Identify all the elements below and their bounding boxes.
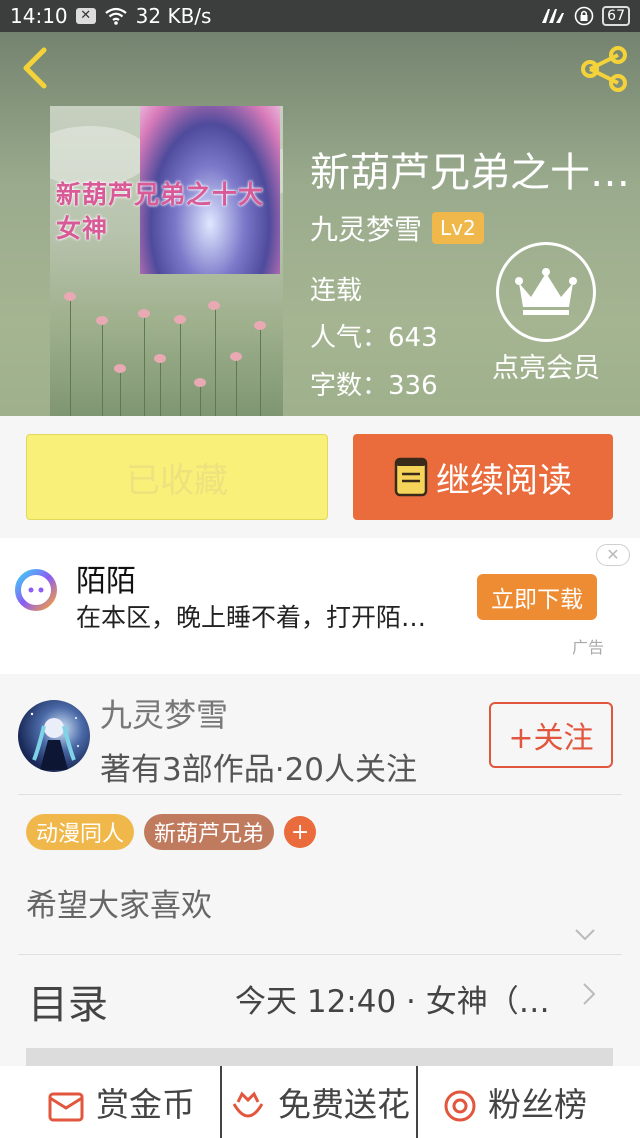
collect-button[interactable]: 已收藏 (26, 434, 328, 520)
ad-download-button[interactable]: 立即下载 (477, 574, 597, 620)
signal-icon (542, 9, 565, 23)
author-name[interactable]: 九灵梦雪 (100, 690, 228, 736)
author-works: 著有3部作品·20人关注 (100, 752, 418, 788)
cover-flower (230, 352, 242, 361)
momo-logo-icon (15, 569, 57, 611)
book-icon (394, 457, 428, 497)
book-header: 新葫芦兄弟之十大女神 新葫芦兄弟之十… 九灵梦雪 Lv2 连载 人气：643 字… (0, 32, 640, 416)
status-time: 14:10 (10, 4, 68, 28)
book-author[interactable]: 九灵梦雪 (310, 208, 422, 248)
chevron-right-icon (583, 983, 596, 1005)
divider (220, 1066, 222, 1138)
book-description: 希望大家喜欢 (26, 888, 212, 924)
ad-title: 陌陌 (76, 564, 136, 599)
vip-button[interactable]: 点亮会员 (488, 242, 604, 385)
status-bar: 14:10 ✕ 32 KB/s 67 (0, 0, 640, 32)
back-icon[interactable] (14, 42, 58, 92)
notification-icon: ✕ (75, 8, 96, 24)
cover-flower (114, 364, 126, 373)
book-status: 连载 (310, 276, 363, 306)
avatar[interactable] (18, 700, 90, 772)
book-title: 新葫芦兄弟之十… (310, 150, 630, 196)
table-of-contents-row[interactable]: 目录 今天 12:40 · 女神（… (0, 958, 640, 1034)
tag-item[interactable]: 动漫同人 (26, 814, 135, 850)
cover-stem (70, 296, 71, 416)
toc-label: 目录 (28, 982, 108, 1028)
flower-icon (232, 1091, 264, 1118)
cover-flower (194, 378, 206, 387)
red-envelope-icon (48, 1092, 84, 1122)
ad-description: 在本区，晚上睡不着，打开陌… (76, 603, 427, 632)
bottom-action-bar: 赏金币 免费送花 粉丝榜 (0, 1066, 640, 1138)
lock-rotation-icon (574, 6, 594, 26)
cover-stem (120, 368, 121, 416)
cover-stem (102, 321, 103, 416)
divider (18, 794, 622, 795)
cover-stem (215, 306, 216, 416)
ad-close-icon[interactable]: ✕ (596, 544, 630, 566)
add-tag-button[interactable]: + (284, 816, 317, 848)
network-speed: 32 KB/s (135, 4, 212, 28)
reward-coins-button[interactable]: 赏金币 (44, 1066, 195, 1138)
author-section: 九灵梦雪 著有3部作品·20人关注 +关注 动漫同人 新葫芦兄弟 + 希望大家喜… (0, 674, 640, 1138)
flowers-label: 免费送花 (278, 1085, 410, 1124)
cover-stem (236, 356, 237, 416)
cover-stem (144, 314, 145, 416)
cover-stem (260, 326, 261, 416)
cover-flower (154, 354, 166, 363)
cover-flower (254, 321, 266, 330)
wifi-icon (104, 7, 127, 25)
crown-icon (515, 268, 577, 315)
level-badge: Lv2 (432, 212, 484, 244)
cover-flower (96, 316, 108, 325)
crown-icon-circle (496, 242, 596, 342)
ad-tag: 广告 (572, 638, 605, 657)
fans-label: 粉丝榜 (488, 1085, 587, 1124)
cover-stem (160, 358, 161, 416)
fans-ranking-button[interactable]: 粉丝榜 (440, 1066, 587, 1138)
latest-chapter: 今天 12:40 · 女神（… (235, 984, 550, 1020)
tag-list: 动漫同人 新葫芦兄弟 + (26, 814, 317, 850)
chevron-down-icon[interactable] (574, 928, 596, 942)
reward-label: 赏金币 (96, 1085, 195, 1124)
continue-reading-button[interactable]: 继续阅读 (353, 434, 613, 520)
continue-reading-label: 继续阅读 (436, 460, 572, 501)
divider (416, 1066, 418, 1138)
book-word-count: 字数：336 (310, 371, 438, 401)
cover-stem (180, 320, 181, 416)
share-icon[interactable] (578, 46, 630, 92)
cover-stem (200, 382, 201, 416)
cover-title: 新葫芦兄弟之十大女神 (56, 180, 265, 243)
send-flowers-button[interactable]: 免费送花 (226, 1066, 410, 1138)
battery-indicator: 67 (602, 6, 630, 26)
vip-label: 点亮会员 (492, 353, 600, 384)
divider (18, 954, 622, 955)
cover-flower (208, 301, 220, 310)
cover-flower (174, 315, 186, 324)
book-cover[interactable]: 新葫芦兄弟之十大女神 (50, 106, 283, 416)
follow-button[interactable]: +关注 (489, 702, 613, 768)
cover-cloud (50, 126, 150, 186)
ad-banner[interactable]: 陌陌 在本区，晚上睡不着，打开陌… 立即下载 ✕ 广告 (0, 538, 640, 674)
cover-flower (138, 309, 150, 318)
avatar-figure (30, 712, 79, 770)
medal-icon (444, 1090, 476, 1122)
cover-flower (64, 292, 76, 301)
action-bar: 已收藏 继续阅读 (0, 416, 640, 538)
book-popularity: 人气：643 (310, 323, 438, 353)
tag-item[interactable]: 新葫芦兄弟 (144, 814, 275, 850)
book-author-line: 九灵梦雪 Lv2 (310, 208, 484, 248)
section-separator (26, 1048, 613, 1066)
book-detail-screen: 14:10 ✕ 32 KB/s 67 新葫芦兄弟之十大女神 新葫芦兄弟之十… 九… (0, 0, 640, 1138)
